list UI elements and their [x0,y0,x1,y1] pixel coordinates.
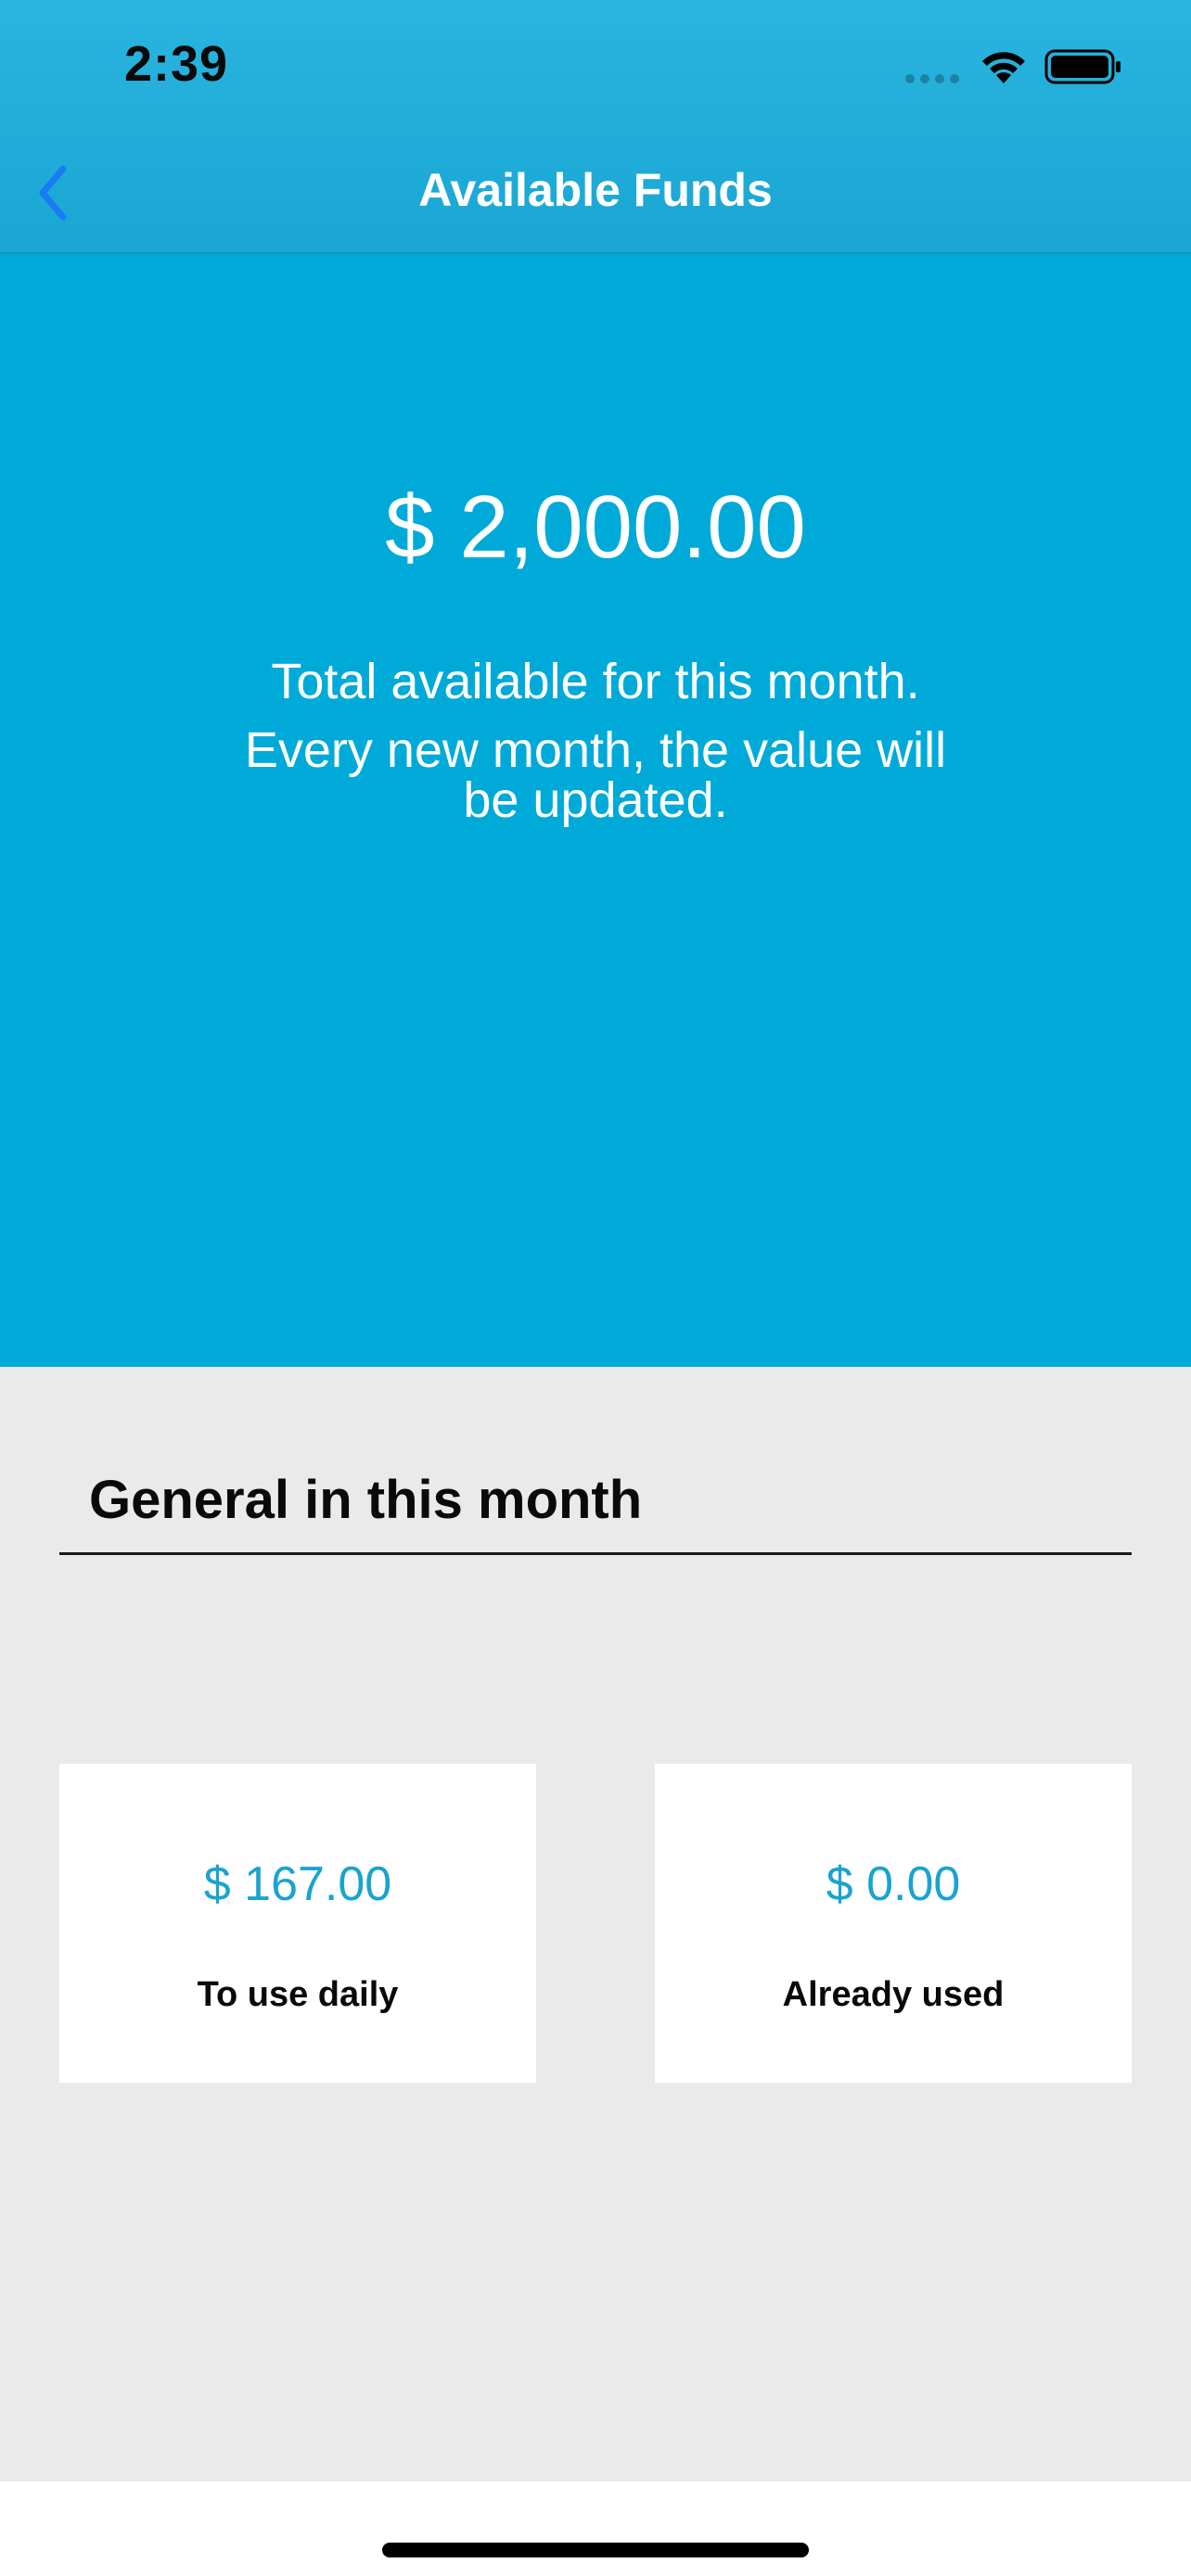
wifi-icon [982,52,1025,83]
monthly-update-note: Every new month, the value will be updat… [244,722,947,828]
total-available-amount: $ 2,000.00 [385,478,806,577]
home-indicator[interactable] [382,2543,809,2557]
already-used-card: $ 0.00 Already used [655,1764,1132,2083]
total-available-caption: Total available for this month. [271,654,920,709]
home-indicator-area [0,2481,1191,2576]
section-divider [59,1552,1132,1555]
daily-allowance-card: $ 167.00 To use daily [59,1764,536,2083]
status-time: 2:39 [124,36,229,92]
already-used-label: Already used [782,1975,1005,2014]
already-used-value: $ 0.00 [826,1857,961,1911]
funds-summary-panel: $ 2,000.00 Total available for this mont… [0,254,1191,1367]
general-section: General in this month $ 167.00 To use da… [0,1367,1191,2481]
daily-allowance-label: To use daily [197,1975,399,2014]
signal-icon [905,74,959,83]
battery-icon [1044,49,1121,84]
section-title: General in this month [89,1470,643,1530]
daily-allowance-value: $ 167.00 [203,1857,392,1911]
navigation-bar: 2:39 Available Funds [0,0,1191,254]
page-title: Available Funds [418,164,773,216]
available-funds-screen: 2:39 Available Funds $ 2,000.00 Total av… [0,0,1191,2576]
